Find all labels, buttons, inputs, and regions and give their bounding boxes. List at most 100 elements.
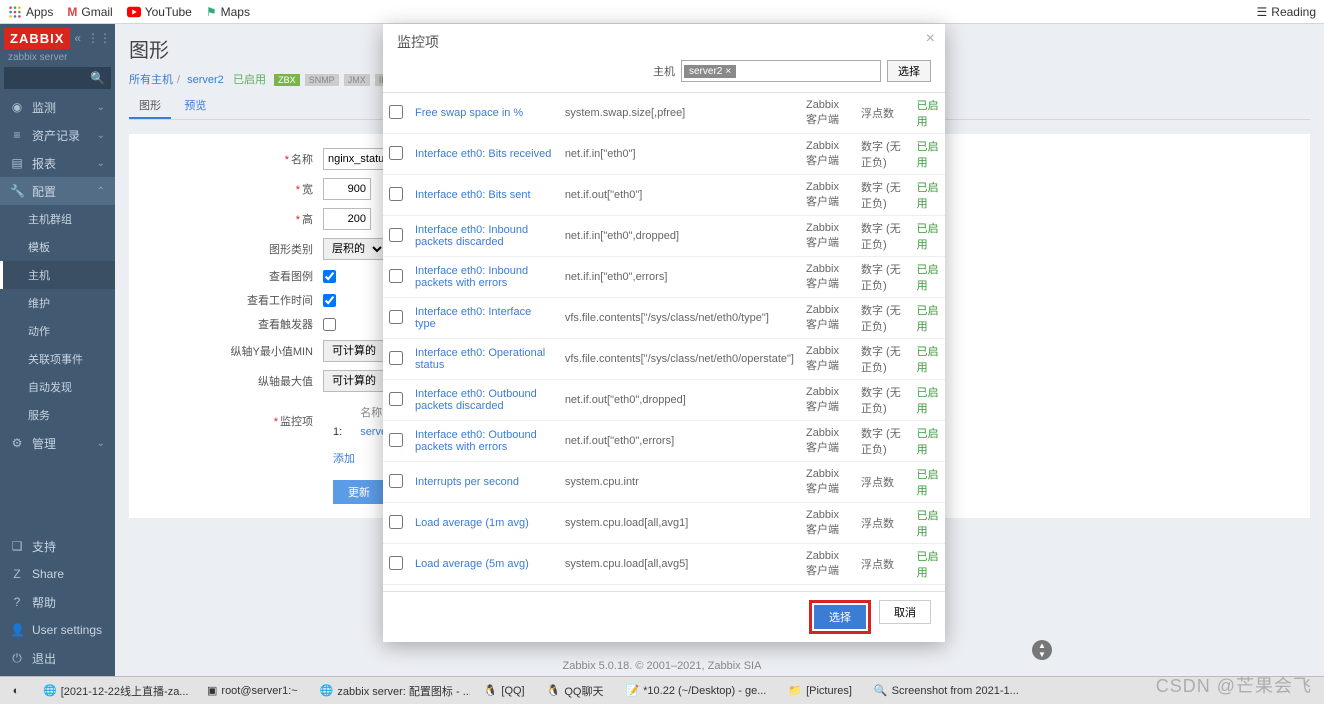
host-input[interactable]: server2× xyxy=(681,60,881,82)
subnav-correlation[interactable]: 关联项事件 xyxy=(0,345,115,373)
cancel-button[interactable]: 取消 xyxy=(879,600,931,624)
item-name[interactable]: Load average (5m avg) xyxy=(409,544,559,585)
taskbar-item[interactable]: 🐧QQ聊天 xyxy=(538,679,613,703)
row-checkbox[interactable] xyxy=(389,105,403,119)
start-button[interactable]: ◐ xyxy=(2,679,30,703)
item-name[interactable]: Interface eth0: Bits sent xyxy=(409,175,559,216)
reading-list[interactable]: ☰Reading xyxy=(1257,5,1316,19)
subnav-maintenance[interactable]: 维护 xyxy=(0,289,115,317)
taskbar-item[interactable]: 🐧[QQ] xyxy=(475,679,534,703)
table-row[interactable]: Interface eth0: Interface typevfs.file.c… xyxy=(383,298,945,339)
share-icon: Z xyxy=(10,567,24,581)
nav-configuration[interactable]: 🔧配置⌃ xyxy=(0,177,115,205)
worktime-checkbox[interactable] xyxy=(323,294,336,307)
item-name[interactable]: Load average (1m avg) xyxy=(409,503,559,544)
item-name[interactable]: Interface eth0: Operational status xyxy=(409,339,559,380)
row-checkbox[interactable] xyxy=(389,269,403,283)
item-name[interactable]: Interface eth0: Interface type xyxy=(409,298,559,339)
gmail-shortcut[interactable]: MGmail xyxy=(67,5,112,19)
item-name[interactable]: Interface eth0: Outbound packets discard… xyxy=(409,380,559,421)
table-row[interactable]: Interface eth0: Outbound packets discard… xyxy=(383,380,945,421)
subnav-services[interactable]: 服务 xyxy=(0,401,115,429)
row-checkbox[interactable] xyxy=(389,392,403,406)
height-input[interactable] xyxy=(323,208,371,230)
nav-user[interactable]: 👤User settings xyxy=(0,616,115,644)
nav-reports[interactable]: ▤报表⌄ xyxy=(0,149,115,177)
remove-tag-icon[interactable]: × xyxy=(725,66,731,77)
subnav-hosts[interactable]: 主机 xyxy=(0,261,115,289)
subnav-discovery[interactable]: 自动发现 xyxy=(0,373,115,401)
row-checkbox[interactable] xyxy=(389,351,403,365)
sidebar-search[interactable]: 🔍 xyxy=(4,67,111,89)
taskbar-item[interactable]: 📝*10.22 (~/Desktop) - ge... xyxy=(616,679,775,703)
item-key: system.cpu.load[all,avg1] xyxy=(559,503,800,544)
table-row[interactable]: Free swap space in %system.swap.size[,pf… xyxy=(383,93,945,134)
row-checkbox[interactable] xyxy=(389,228,403,242)
row-checkbox[interactable] xyxy=(389,515,403,529)
table-row[interactable]: Interface eth0: Bits receivednet.if.in["… xyxy=(383,134,945,175)
row-checkbox[interactable] xyxy=(389,474,403,488)
taskbar-item[interactable]: 📁[Pictures] xyxy=(779,679,861,703)
width-input[interactable] xyxy=(323,178,371,200)
table-row[interactable]: Load average (1m avg)system.cpu.load[all… xyxy=(383,503,945,544)
trigger-checkbox[interactable] xyxy=(323,318,336,331)
close-icon[interactable]: × xyxy=(926,30,935,48)
apps-shortcut[interactable]: Apps xyxy=(8,5,53,19)
subnav-actions[interactable]: 动作 xyxy=(0,317,115,345)
scroll-indicator[interactable] xyxy=(1032,640,1052,660)
graphtype-select[interactable]: 层积的 xyxy=(323,238,386,260)
subnav-templates[interactable]: 模板 xyxy=(0,233,115,261)
select-button[interactable]: 选择 xyxy=(814,605,866,629)
youtube-shortcut[interactable]: YouTube xyxy=(127,5,192,19)
menu-icon[interactable]: ⋮⋮ xyxy=(87,31,111,45)
taskbar-item[interactable]: 🌐[2021-12-22线上直播-za... xyxy=(34,679,194,703)
item-source: Zabbix 客户端 xyxy=(800,503,855,544)
item-name[interactable]: Interrupts per second xyxy=(409,462,559,503)
nav-inventory[interactable]: ≡资产记录⌄ xyxy=(0,121,115,149)
row-checkbox[interactable] xyxy=(389,187,403,201)
nav-monitoring[interactable]: ◉监测⌄ xyxy=(0,93,115,121)
item-name[interactable]: Interface eth0: Inbound packets with err… xyxy=(409,257,559,298)
items-table: Free swap space in %system.swap.size[,pf… xyxy=(383,93,945,591)
item-name[interactable]: Free swap space in % xyxy=(409,93,559,134)
collapse-icon[interactable]: « xyxy=(74,31,81,45)
modal-body[interactable]: Free swap space in %system.swap.size[,pf… xyxy=(383,93,945,591)
table-row[interactable]: Interface eth0: Outbound packets with er… xyxy=(383,421,945,462)
update-button[interactable]: 更新 xyxy=(333,480,385,504)
zabbix-logo: ZABBIX xyxy=(4,28,70,49)
table-row[interactable]: Load average (5m avg)system.cpu.load[all… xyxy=(383,544,945,585)
logout-icon: ⏻ xyxy=(10,651,24,666)
taskbar-item[interactable]: 🌐zabbix server: 配置图标 - ... xyxy=(311,679,471,703)
nav-share[interactable]: ZShare xyxy=(0,560,115,588)
table-row[interactable]: Interface eth0: Operational statusvfs.fi… xyxy=(383,339,945,380)
taskbar-item[interactable]: 🔍Screenshot from 2021-1... xyxy=(865,679,1025,703)
eye-icon: ◉ xyxy=(10,100,24,114)
tab-graph[interactable]: 图形 xyxy=(129,93,171,119)
table-row[interactable]: Interface eth0: Inbound packets with err… xyxy=(383,257,945,298)
item-name[interactable]: Interface eth0: Outbound packets with er… xyxy=(409,421,559,462)
help-icon: ? xyxy=(10,595,24,609)
legend-checkbox[interactable] xyxy=(323,270,336,283)
item-status: 已启用 xyxy=(911,216,945,257)
table-row[interactable]: Interface eth0: Inbound packets discarde… xyxy=(383,216,945,257)
item-name[interactable]: Interface eth0: Bits received xyxy=(409,134,559,175)
crumb-allhosts[interactable]: 所有主机 xyxy=(129,74,173,86)
row-checkbox[interactable] xyxy=(389,556,403,570)
maps-shortcut[interactable]: ⚑Maps xyxy=(206,5,250,19)
nav-administration[interactable]: ⚙管理⌄ xyxy=(0,429,115,457)
table-row[interactable]: Interface eth0: Bits sentnet.if.out["eth… xyxy=(383,175,945,216)
taskbar-item[interactable]: ▣root@server1:~ xyxy=(198,679,307,703)
row-checkbox[interactable] xyxy=(389,433,403,447)
row-checkbox[interactable] xyxy=(389,310,403,324)
crumb-server[interactable]: server2 xyxy=(187,74,224,86)
nav-support[interactable]: ❑支持 xyxy=(0,532,115,560)
nav-help[interactable]: ?帮助 xyxy=(0,588,115,616)
item-name[interactable]: Interface eth0: Inbound packets discarde… xyxy=(409,216,559,257)
host-select-button[interactable]: 选择 xyxy=(887,60,931,82)
tab-preview[interactable]: 预览 xyxy=(174,93,216,117)
table-row[interactable]: Interrupts per secondsystem.cpu.intrZabb… xyxy=(383,462,945,503)
row-checkbox[interactable] xyxy=(389,146,403,160)
item-type: 数字 (无正负) xyxy=(855,298,911,339)
nav-logout[interactable]: ⏻退出 xyxy=(0,644,115,672)
subnav-hostgroups[interactable]: 主机群组 xyxy=(0,205,115,233)
